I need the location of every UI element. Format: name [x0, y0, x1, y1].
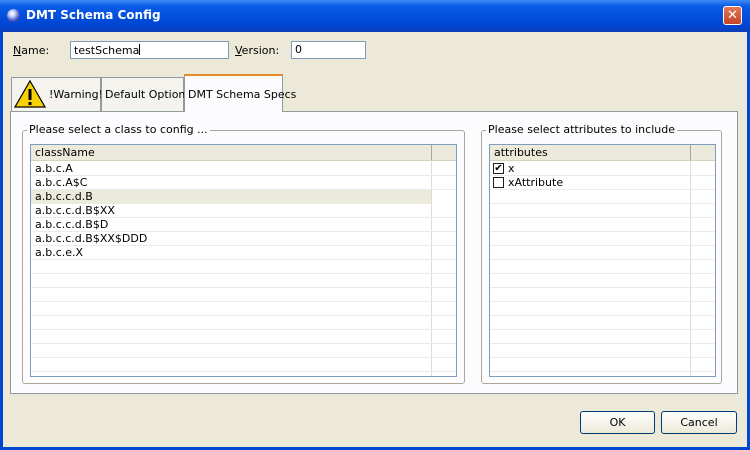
table-row-empty	[490, 302, 715, 316]
attribute-row[interactable]: ✔ x	[490, 162, 715, 176]
tab-default-options[interactable]: Default Options	[101, 77, 191, 111]
ok-button[interactable]: OK	[580, 411, 655, 434]
tab-dmt-schema-specs[interactable]: DMT Schema Specs	[184, 74, 296, 112]
table-row-empty	[490, 316, 715, 330]
table-row-empty	[490, 260, 715, 274]
attribute-label: x	[508, 162, 515, 175]
tab-default-options-label: Default Options	[105, 88, 192, 101]
table-row-empty	[490, 274, 715, 288]
close-icon[interactable]: ✕	[723, 6, 742, 25]
table-row-empty	[490, 344, 715, 358]
attributes-column-header[interactable]: attributes	[490, 145, 691, 160]
warning-icon	[14, 79, 46, 108]
table-row-empty	[490, 358, 715, 372]
tab-panel: Please select a class to config ... clas…	[10, 111, 738, 394]
table-row-empty	[490, 218, 715, 232]
extra-column-header[interactable]	[432, 145, 456, 160]
table-row[interactable]: a.b.c.c.d.B$XX	[31, 204, 456, 218]
extra-column-header[interactable]	[691, 145, 715, 160]
table-row[interactable]: a.b.c.c.d.B$XX$DDD	[31, 232, 456, 246]
table-row-empty	[31, 274, 456, 288]
attributes-group: Please select attributes to include attr…	[481, 123, 722, 384]
tab-warning[interactable]: !Warning!	[11, 77, 104, 111]
table-row-empty	[31, 358, 456, 372]
table-row-empty	[31, 288, 456, 302]
table-row-empty	[490, 204, 715, 218]
table-row-empty	[31, 316, 456, 330]
window-border-left	[0, 32, 3, 450]
table-row[interactable]: a.b.c.c.d.B$D	[31, 218, 456, 232]
table-row-empty	[490, 330, 715, 344]
checkbox-x[interactable]: ✔	[493, 163, 504, 174]
tab-warning-label: !Warning!	[49, 88, 104, 101]
attributes-table-header: attributes	[490, 145, 715, 161]
table-row-empty	[490, 232, 715, 246]
attribute-label: xAttribute	[508, 176, 564, 189]
class-table[interactable]: className a.b.c.A a.b.c.A$C a.b.c.c.d.B …	[30, 144, 457, 377]
table-row[interactable]: a.b.c.A$C	[31, 176, 456, 190]
table-row-empty	[490, 288, 715, 302]
name-label: Name:	[13, 44, 50, 57]
table-row-empty	[490, 190, 715, 204]
attributes-table[interactable]: attributes ✔ x xAttribute	[489, 144, 716, 377]
tab-dmt-schema-specs-label: DMT Schema Specs	[188, 88, 297, 101]
checkbox-xattribute[interactable]	[493, 177, 504, 188]
attributes-group-title: Please select attributes to include	[486, 123, 677, 136]
window-title: DMT Schema Config	[26, 8, 161, 22]
cancel-button[interactable]: Cancel	[661, 411, 737, 434]
app-icon	[7, 9, 20, 22]
class-group: Please select a class to config ... clas…	[22, 123, 465, 384]
title-bar[interactable]: DMT Schema Config ✕	[0, 0, 750, 32]
class-group-title: Please select a class to config ...	[27, 123, 210, 136]
table-row-empty	[31, 330, 456, 344]
table-row[interactable]: a.b.c.e.X	[31, 246, 456, 260]
class-table-header: className	[31, 145, 456, 161]
table-row-empty	[490, 246, 715, 260]
classname-column-header[interactable]: className	[31, 145, 432, 160]
table-row[interactable]: a.b.c.A	[31, 162, 456, 176]
table-row-empty	[31, 302, 456, 316]
version-field[interactable]: 0	[291, 41, 366, 59]
version-label: Version:	[235, 44, 280, 57]
table-row-selected[interactable]: a.b.c.c.d.B	[31, 190, 431, 204]
table-row-empty	[31, 344, 456, 358]
attribute-row[interactable]: xAttribute	[490, 176, 715, 190]
table-row-empty	[31, 260, 456, 274]
name-field[interactable]: testSchema	[70, 41, 229, 59]
